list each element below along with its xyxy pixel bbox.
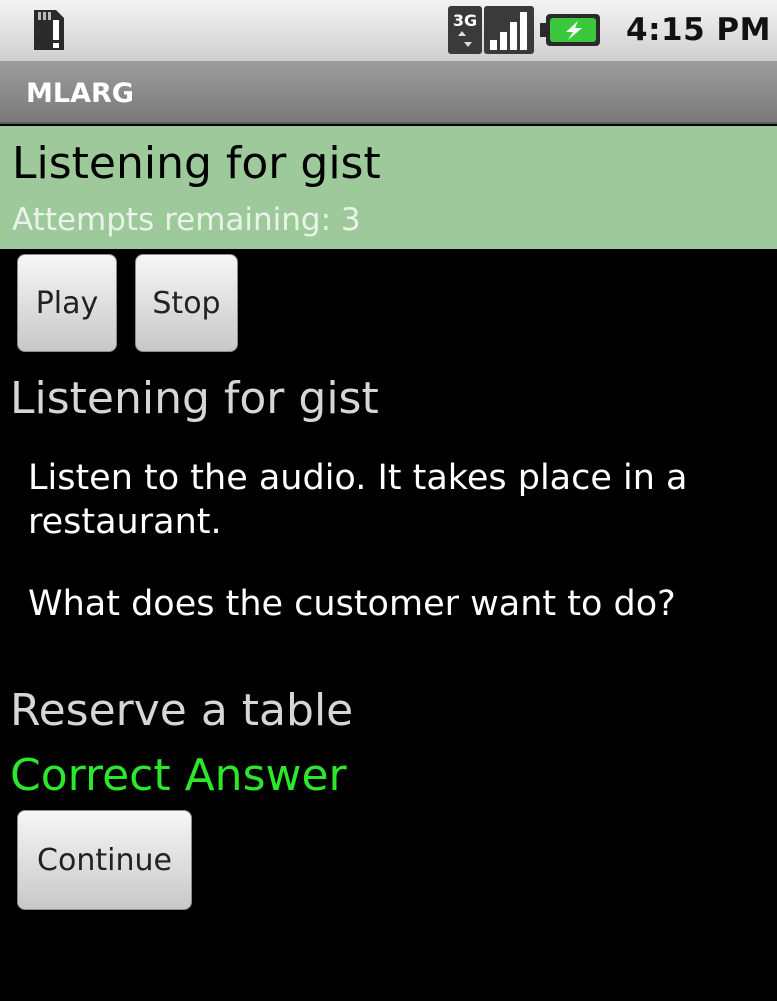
svg-text:3G: 3G [453,11,477,30]
attempts-remaining: Attempts remaining: 3 [12,202,361,238]
question-text: What does the customer want to do? [28,584,676,624]
status-clock: 4:15 PM [626,12,771,48]
play-button[interactable]: Play [17,254,117,352]
exercise-title: Listening for gist [12,138,381,189]
result-feedback: Correct Answer [10,750,347,801]
continue-button[interactable]: Continue [17,810,192,910]
app-title-bar: MLARG [0,62,777,124]
instruction-text: Listen to the audio. It takes place in a… [28,458,688,542]
signal-strength-icon [484,6,534,54]
selected-answer: Reserve a table [10,685,354,736]
3g-data-icon: 3G [448,6,482,54]
sd-card-warning-icon [34,10,64,50]
app-title: MLARG [26,78,134,109]
battery-charging-icon [540,14,600,46]
exercise-header: Listening for gist Attempts remaining: 3 [0,126,777,249]
status-bar: 3G 4:15 PM [0,0,777,62]
stop-button[interactable]: Stop [135,254,238,352]
section-title: Listening for gist [10,373,379,424]
